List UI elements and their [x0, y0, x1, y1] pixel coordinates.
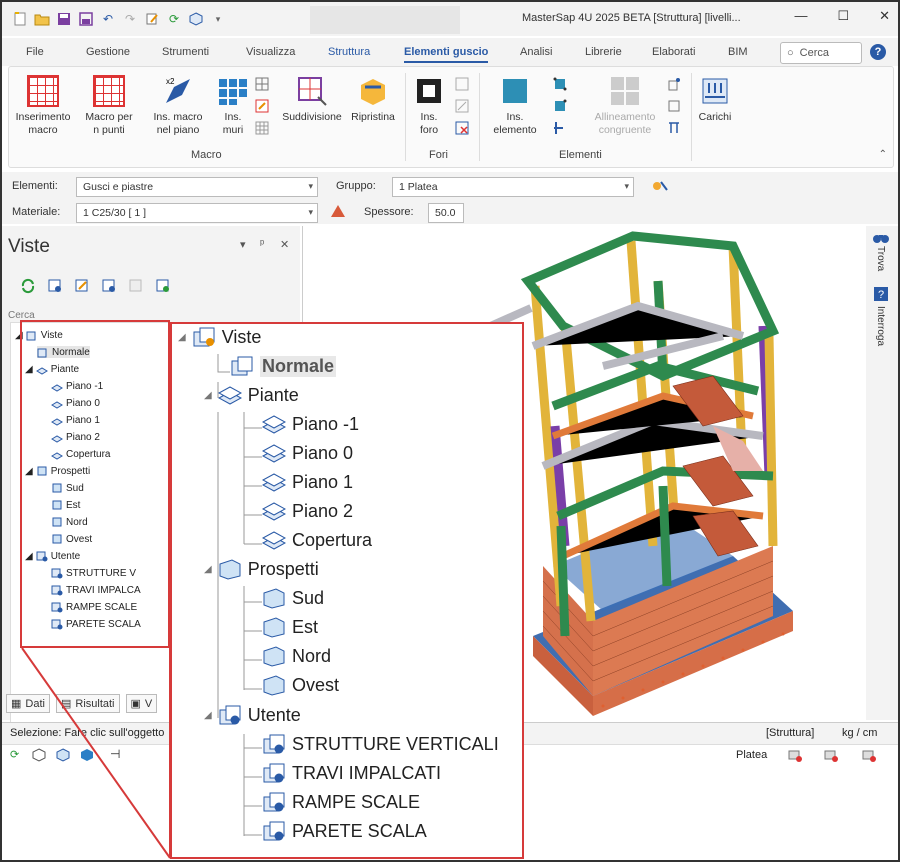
zoom-tree-item-piano-0[interactable]: Piano 0 — [261, 442, 354, 464]
tree-item-label: Ovest — [292, 674, 340, 695]
plan-icon — [261, 500, 287, 522]
zoom-tree-item-est[interactable]: Est — [262, 616, 318, 638]
user-view-icon — [262, 820, 286, 842]
elevation-icon — [262, 587, 286, 609]
zoom-tree-item-nord[interactable]: Nord — [262, 645, 331, 667]
tree-item-label: Piante — [247, 384, 299, 405]
zoom-tree-item-rampe-scale[interactable]: RAMPE SCALE — [262, 791, 420, 813]
views-icon — [192, 326, 216, 348]
zoom-tree-item-piano-2[interactable]: Piano 2 — [261, 500, 354, 522]
tree-item-label: Copertura — [292, 529, 373, 550]
zoom-tree-item-piano--1[interactable]: Piano -1 — [261, 413, 360, 435]
user-view-icon — [262, 733, 286, 755]
zoom-tree-item-utente[interactable]: ◢ Utente — [204, 704, 301, 726]
elevation-icon — [262, 616, 286, 638]
user-view-icon — [262, 791, 286, 813]
zoom-tree-item-parete-scala[interactable]: PARETE SCALA — [262, 820, 427, 842]
zoom-tree-item-ovest[interactable]: Ovest — [262, 674, 339, 696]
elevations-icon — [218, 558, 242, 580]
zoom-tree-item-piano-1[interactable]: Piano 1 — [261, 471, 354, 493]
tree-item-label: STRUTTURE VERTICALI — [292, 733, 499, 754]
elevation-icon — [262, 645, 286, 667]
tree-item-label: Piano -1 — [292, 413, 360, 434]
tree-item-label: RAMPE SCALE — [292, 791, 421, 812]
user-views-icon — [218, 704, 242, 726]
zoom-tree-item-strutture-verticali[interactable]: STRUTTURE VERTICALI — [262, 733, 499, 755]
tree-item-label: Piano 0 — [292, 442, 354, 463]
user-view-icon — [262, 762, 286, 784]
tree-item-label: PARETE SCALA — [292, 820, 427, 841]
tree-item-label: TRAVI IMPALCATI — [292, 762, 442, 783]
zoom-tree-item-copertura[interactable]: Copertura — [261, 529, 373, 551]
plan-icon — [261, 529, 287, 551]
zoom-tree-root[interactable]: ◢ Viste — [178, 326, 261, 348]
zoomed-tree-callout: ◢ Viste Normale ◢ Piante Piano -1 Piano 0 … — [170, 322, 524, 859]
zoom-tree-item-travi-impalcati[interactable]: TRAVI IMPALCATI — [262, 762, 441, 784]
plans-icon — [217, 384, 242, 406]
app-window: ↶ ↷ ⟳ ▾ MasterSap 4U 2025 BETA [Struttur… — [0, 0, 900, 862]
view-icon — [230, 355, 254, 377]
tree-root-label: Viste — [221, 326, 262, 347]
tree-item-label: Est — [292, 616, 319, 637]
zoom-tree-item-sud[interactable]: Sud — [262, 587, 324, 609]
elevation-icon — [262, 674, 286, 696]
plan-icon — [261, 471, 287, 493]
plan-icon — [261, 413, 287, 435]
tree-item-label: Nord — [292, 645, 332, 666]
tree-item-label: Sud — [292, 587, 325, 608]
plan-icon — [261, 442, 287, 464]
tree-item-label: Utente — [247, 704, 301, 725]
zoom-tree-item-normale[interactable]: Normale — [230, 355, 337, 377]
tree-item-label: Normale — [260, 355, 337, 377]
zoom-tree-item-piante[interactable]: ◢ Piante — [204, 384, 299, 406]
zoom-tree-item-prospetti[interactable]: ◢ Prospetti — [204, 558, 319, 580]
tree-item-label: Prospetti — [247, 558, 319, 579]
tree-item-label: Piano 2 — [292, 500, 354, 521]
tree-item-label: Piano 1 — [292, 471, 354, 492]
